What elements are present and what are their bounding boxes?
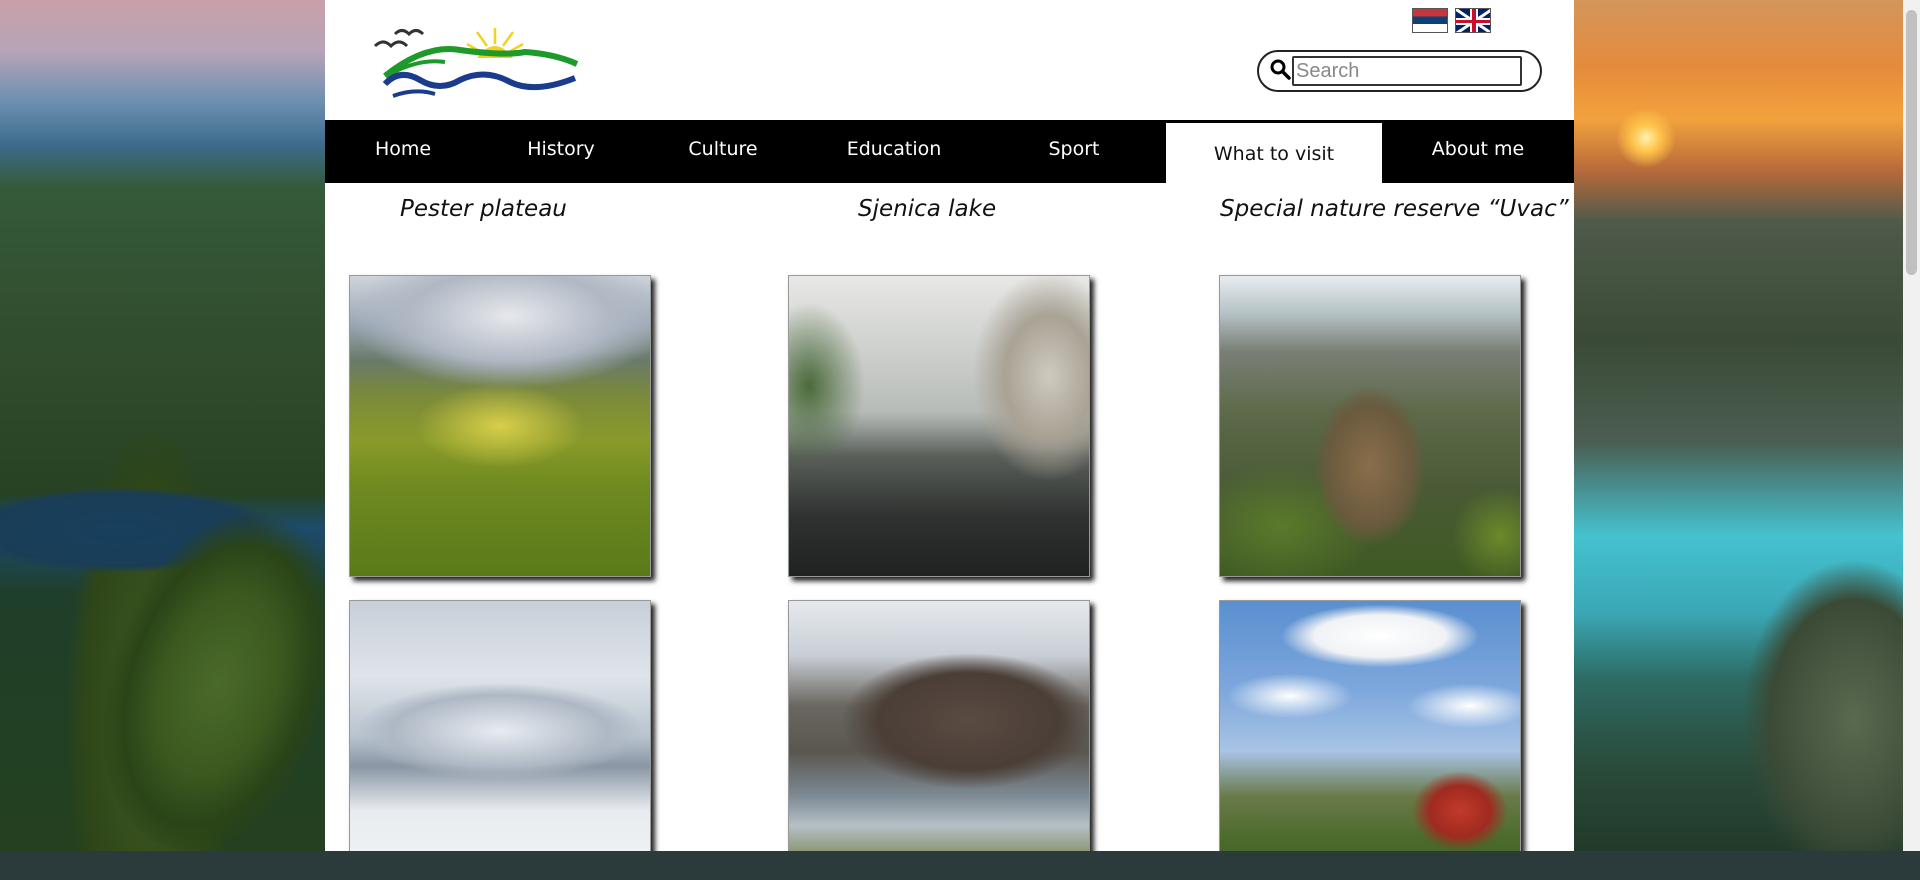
nav-item-about-me[interactable]: About me [1382,120,1574,183]
scrollbar-thumb[interactable] [1906,10,1917,275]
language-english-flag-icon[interactable] [1455,8,1491,33]
nav-item-education[interactable]: Education [805,120,983,183]
gallery-image-uvac-1[interactable] [1219,275,1521,577]
main-navigation: Home History Culture Education Sport Wha… [325,120,1574,183]
gallery-image-sjenica-lake-1[interactable] [788,275,1090,577]
section-title-uvac-reserve: Special nature reserve “Uvac” [1220,196,1569,222]
site-logo[interactable] [365,24,580,104]
search-box [1257,50,1542,92]
page-scrollbar[interactable] [1903,0,1920,851]
gallery-image-pester-plateau-2[interactable] [349,600,651,851]
search-icon[interactable] [1269,58,1293,82]
nav-item-history[interactable]: History [481,120,641,183]
background-cliff [1704,560,1920,851]
nav-item-culture[interactable]: Culture [641,120,805,183]
nav-item-home[interactable]: Home [325,120,481,183]
page-container: Home History Culture Education Sport Wha… [325,0,1574,851]
nav-item-sport[interactable]: Sport [983,120,1165,183]
search-input[interactable] [1292,56,1522,86]
gallery-image-pester-plateau-1[interactable] [349,275,651,577]
background-right-scenery [1574,0,1920,851]
nav-item-what-to-visit[interactable]: What to visit [1166,123,1382,183]
page-header [325,0,1574,120]
section-title-pester-plateau: Pester plateau [400,196,567,222]
background-left-scenery [0,0,379,880]
language-serbian-flag-icon[interactable] [1412,8,1448,33]
gallery-image-uvac-2[interactable] [1219,600,1521,851]
gallery-image-sjenica-lake-2[interactable] [788,600,1090,851]
section-title-sjenica-lake: Sjenica lake [858,196,997,222]
